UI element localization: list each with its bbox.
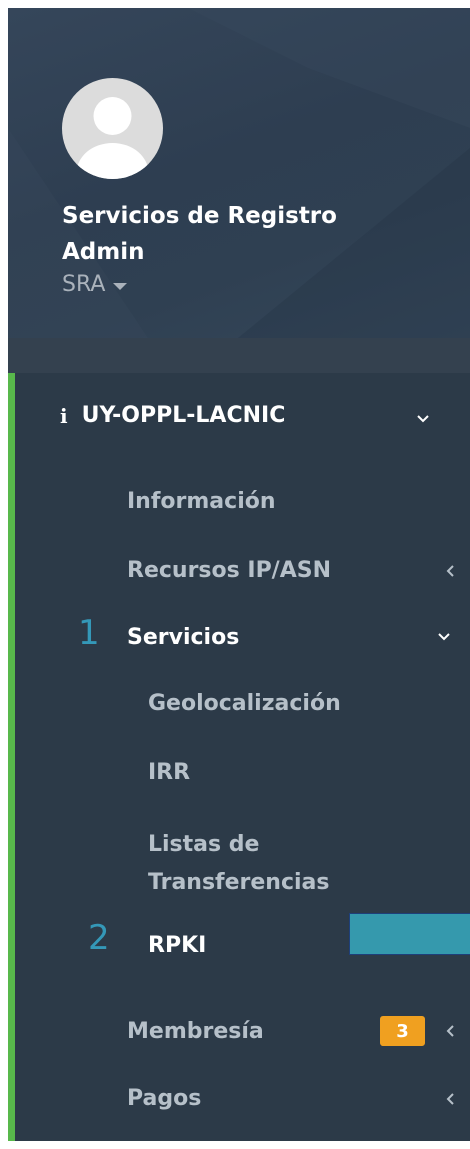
info-icon: i bbox=[60, 403, 68, 428]
sidebar-item-label: Pagos bbox=[127, 1086, 202, 1111]
annotation-number: 2 bbox=[88, 918, 110, 958]
user-silhouette-icon bbox=[76, 97, 149, 179]
sidebar-item-org[interactable]: i UY-OPPL-LACNIC bbox=[60, 403, 285, 428]
sidebar-item-informacion[interactable]: Información bbox=[127, 489, 276, 514]
chevron-left-icon[interactable] bbox=[444, 1092, 458, 1106]
annotation-number: 1 bbox=[78, 613, 100, 653]
sidebar-item-label: Geolocalización bbox=[148, 691, 341, 716]
org-label: UY-OPPL-LACNIC bbox=[81, 403, 286, 428]
caret-down-icon bbox=[113, 282, 128, 290]
sidebar-item-membresia[interactable]: Membresía bbox=[127, 1019, 264, 1044]
sidebar-item-recursos[interactable]: Recursos IP/ASN bbox=[127, 558, 331, 583]
user-name: Servicios de Registro Admin bbox=[62, 203, 337, 265]
sidebar-subitem-geolocalizacion[interactable]: Geolocalización bbox=[148, 691, 341, 716]
sidebar-subitem-irr[interactable]: IRR bbox=[148, 760, 190, 785]
sidebar-item-pagos[interactable]: Pagos bbox=[127, 1086, 201, 1111]
sidebar-item-label: Información bbox=[127, 489, 276, 514]
sidebar-subitem-listas[interactable]: Listas de Transferencias bbox=[148, 826, 368, 902]
avatar[interactable] bbox=[62, 78, 163, 179]
sidebar-item-label: Recursos IP/ASN bbox=[127, 558, 332, 583]
sidebar-item-label: RPKI bbox=[148, 933, 207, 958]
sidebar-item-label: IRR bbox=[148, 760, 191, 785]
sidebar-item-label: Servicios bbox=[127, 625, 240, 650]
notification-badge: 3 bbox=[380, 1016, 425, 1046]
divider bbox=[8, 338, 470, 373]
sidebar-subitem-rpki[interactable]: RPKI bbox=[148, 933, 206, 958]
sidebar-item-label: Membresía bbox=[127, 1019, 264, 1044]
sidebar: Servicios de Registro Admin SRA i UY-OPP… bbox=[8, 8, 470, 1141]
chevron-down-icon[interactable] bbox=[416, 412, 430, 426]
sidebar-item-label: Listas de Transferencias bbox=[148, 832, 330, 895]
chevron-left-icon[interactable] bbox=[444, 1024, 458, 1038]
highlight-marker bbox=[349, 913, 470, 955]
active-indicator bbox=[8, 373, 15, 1141]
user-panel: Servicios de Registro Admin SRA bbox=[8, 8, 470, 338]
user-role-label: SRA bbox=[62, 272, 106, 297]
user-role-dropdown[interactable]: SRA bbox=[62, 272, 128, 297]
sidebar-item-servicios[interactable]: Servicios bbox=[127, 625, 239, 650]
chevron-down-icon[interactable] bbox=[437, 630, 451, 644]
chevron-left-icon[interactable] bbox=[444, 564, 458, 578]
